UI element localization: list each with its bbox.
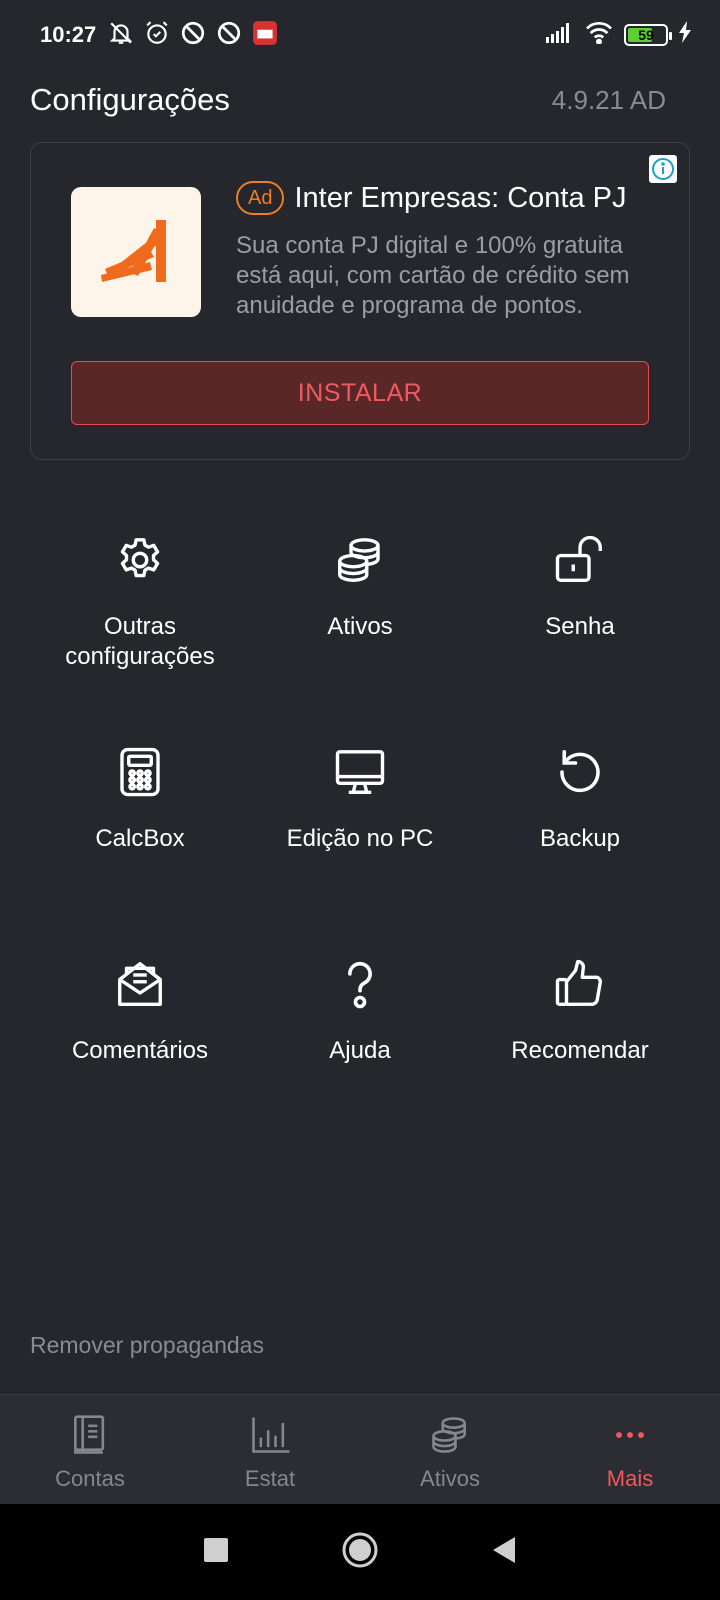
battery-icon: 59 [624,23,672,46]
menu-item-help[interactable]: Ajuda [250,954,470,1166]
mail-open-icon [110,954,170,1014]
menu-item-comments[interactable]: Comentários [30,954,250,1166]
menu-item-backup[interactable]: Backup [470,742,690,954]
ad-title[interactable]: Inter Empresas: Conta PJ [294,182,626,215]
menu-item-label: Ativos [327,613,393,640]
nav-label: Estat [244,1466,296,1491]
menu-item-label: Edição no PC [286,825,434,852]
charging-icon [678,21,692,48]
menu-item-password[interactable]: Senha [470,530,690,742]
more-dots-icon [608,1413,652,1462]
nav-label: Mais [606,1466,654,1491]
menu-item-label: Recomendar [511,1037,649,1064]
nav-item-assets[interactable]: Ativos [360,1395,540,1504]
nav-item-more[interactable]: Mais [540,1395,720,1504]
calculator-icon [110,742,170,802]
restore-icon [550,742,610,802]
thumbs-up-icon [550,954,610,1014]
recents-button[interactable] [203,1537,229,1568]
system-nav [0,1504,720,1600]
bell-muted-icon [108,20,134,51]
menu-item-calcbox[interactable]: CalcBox [30,742,250,954]
nav-label: Ativos [420,1466,480,1491]
alarm-icon [144,20,170,51]
nav-label: Contas [55,1466,125,1491]
menu-item-label: Comentários [71,1037,209,1064]
menu-item-label: Senha [545,613,615,640]
status-bar: 10:27 59 [0,0,720,70]
unlock-icon [550,530,610,590]
menu-item-label: Outras configurações [65,613,215,670]
wifi-icon [584,20,614,49]
ad-logo[interactable] [71,187,201,317]
status-time: 10:27 [40,22,97,47]
header: Configurações 4.9.21 AD [30,78,666,122]
question-icon [330,954,390,1014]
settings-grid: Outras configurações Ativos Senha CalcBo… [30,530,690,1166]
app-notification-icon [252,20,278,51]
bar-chart-icon [248,1413,292,1462]
nav-item-accounts[interactable]: Contas [0,1395,180,1504]
install-button[interactable]: INSTALAR [71,361,649,425]
coins-icon [330,530,390,590]
no-disturb-icon [180,20,206,51]
nav-item-stats[interactable]: Estat [180,1395,360,1504]
home-button[interactable] [341,1531,379,1574]
gear-icon [110,530,170,590]
back-button[interactable] [491,1535,517,1570]
info-icon[interactable] [649,155,677,183]
menu-item-recommend[interactable]: Recomendar [470,954,690,1166]
menu-item-label: Backup [539,825,621,852]
no-disturb-icon [216,20,242,51]
menu-item-label: Ajuda [329,1037,391,1064]
version-label: 4.9.21 AD [551,84,666,115]
ad-card[interactable]: Ad Inter Empresas: Conta PJ Sua conta PJ… [30,142,690,460]
menu-item-assets[interactable]: Ativos [250,530,470,742]
remove-ads-link[interactable]: Remover propagandas [30,1332,264,1359]
signal-icon [546,21,574,48]
coins-icon [428,1413,472,1462]
ad-description: Sua conta PJ digital e 100% gratuita est… [236,232,630,319]
menu-item-label: CalcBox [95,825,185,852]
ad-badge: Ad [236,181,285,215]
page-title: Configurações [30,82,230,117]
menu-item-other-settings[interactable]: Outras configurações [30,530,250,742]
menu-item-pc-edit[interactable]: Edição no PC [250,742,470,954]
bottom-nav: Contas Estat Ativos Mais [0,1394,720,1504]
monitor-icon [330,742,390,802]
book-icon [68,1413,112,1462]
